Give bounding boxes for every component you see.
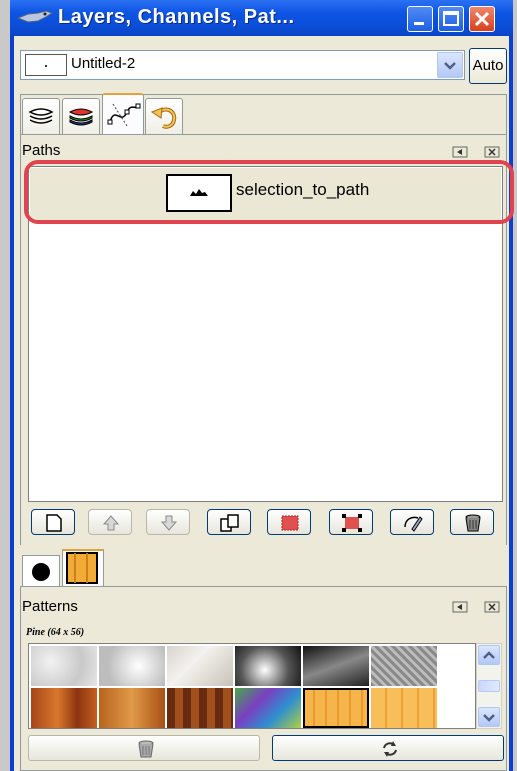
tab-layers[interactable] xyxy=(22,98,60,134)
path-to-selection-icon xyxy=(281,515,299,531)
tab-undo-history[interactable] xyxy=(145,98,183,134)
layers-icon xyxy=(28,108,54,124)
minimize-button[interactable] xyxy=(407,6,433,32)
delete-path-button[interactable] xyxy=(450,509,494,535)
pattern-tile[interactable] xyxy=(235,646,301,686)
image-name: Untitled-2 xyxy=(71,55,136,72)
selection-to-path-button[interactable] xyxy=(329,509,373,535)
duplicate-path-button[interactable] xyxy=(207,509,251,535)
panel-menu-button[interactable] xyxy=(452,601,468,615)
path-to-selection-button[interactable] xyxy=(267,509,311,535)
maximize-button[interactable] xyxy=(438,6,464,32)
chevron-up-icon xyxy=(483,651,495,659)
pattern-tile[interactable] xyxy=(99,646,165,686)
auto-button[interactable]: Auto xyxy=(469,48,507,84)
selection-to-path-icon xyxy=(342,514,362,532)
selected-pattern-label: Pine (64 x 56) xyxy=(26,627,85,638)
brush-icon xyxy=(32,563,50,581)
close-icon xyxy=(484,146,500,158)
pattern-icon xyxy=(66,552,98,584)
dock-client-area: Untitled-2 Auto Paths selection_to_path … xyxy=(14,36,514,771)
refresh-patterns-button[interactable] xyxy=(272,735,504,761)
gimp-app-icon xyxy=(16,9,54,31)
scroll-thumb[interactable] xyxy=(478,680,500,692)
trash-icon xyxy=(138,740,154,758)
menu-arrow-icon xyxy=(452,146,468,158)
channels-icon xyxy=(68,108,94,126)
panel-title: Patterns xyxy=(22,598,78,615)
arrow-down-icon xyxy=(160,515,178,531)
pattern-tile[interactable] xyxy=(31,646,97,686)
refresh-icon xyxy=(383,741,397,757)
stroke-path-icon xyxy=(404,516,423,532)
pattern-tile[interactable] xyxy=(371,688,437,728)
pattern-tile[interactable] xyxy=(167,646,233,686)
pattern-tile[interactable] xyxy=(167,688,233,728)
duplicate-icon xyxy=(220,514,239,532)
dropdown-button[interactable] xyxy=(437,52,463,78)
image-thumbnail xyxy=(25,54,67,76)
panel-close-button[interactable] xyxy=(484,601,500,615)
lower-path-button[interactable] xyxy=(146,509,190,535)
pattern-tile[interactable] xyxy=(235,688,301,728)
delete-pattern-button[interactable] xyxy=(28,735,260,761)
paths-icon xyxy=(107,103,141,127)
pattern-tile[interactable] xyxy=(303,646,369,686)
pattern-tile[interactable] xyxy=(99,688,165,728)
dock-window: Layers, Channels, Pat... Untitled-2 Auto xyxy=(10,0,514,771)
title-bar[interactable]: Layers, Channels, Pat... xyxy=(10,0,513,36)
tab-brushes[interactable] xyxy=(22,555,60,587)
new-path-button[interactable] xyxy=(31,509,75,535)
undo-history-icon xyxy=(150,107,177,129)
scroll-down-button[interactable] xyxy=(478,707,500,727)
pattern-tile[interactable] xyxy=(371,646,437,686)
raise-path-button[interactable] xyxy=(88,509,132,535)
scroll-up-button[interactable] xyxy=(478,645,500,665)
new-path-icon xyxy=(46,514,62,532)
panel-close-button[interactable] xyxy=(484,146,500,160)
pattern-tile[interactable] xyxy=(31,688,97,728)
panel-menu-button[interactable] xyxy=(452,146,468,160)
window-title: Layers, Channels, Pat... xyxy=(58,6,295,28)
minimize-icon xyxy=(414,22,424,25)
chevron-down-icon xyxy=(444,62,456,70)
tab-patterns[interactable] xyxy=(62,549,104,587)
close-button[interactable] xyxy=(469,6,495,32)
maximize-icon xyxy=(443,11,459,26)
tab-channels[interactable] xyxy=(62,98,100,134)
close-icon xyxy=(474,11,490,27)
tab-paths[interactable] xyxy=(102,93,144,135)
panel-title: Paths xyxy=(22,142,61,159)
menu-arrow-icon xyxy=(452,601,468,613)
arrow-up-icon xyxy=(102,515,120,531)
trash-icon xyxy=(465,514,481,532)
close-icon xyxy=(484,601,500,613)
chevron-down-icon xyxy=(483,714,495,722)
pattern-tile-selected[interactable] xyxy=(303,688,369,728)
image-selector[interactable]: Untitled-2 xyxy=(20,50,465,80)
selection-highlight xyxy=(24,160,514,224)
patterns-scrollbar[interactable] xyxy=(476,643,502,729)
stroke-path-button[interactable] xyxy=(390,509,434,535)
patterns-grid[interactable] xyxy=(28,643,476,729)
